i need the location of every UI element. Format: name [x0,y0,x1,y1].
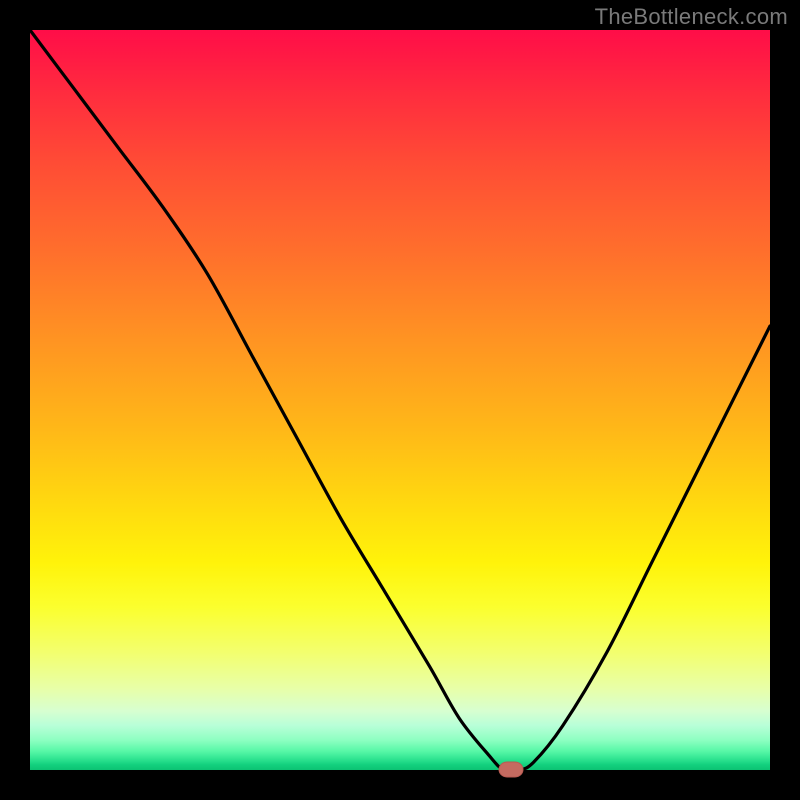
bottleneck-curve-path [30,30,770,771]
plot-area [30,30,770,770]
watermark-text: TheBottleneck.com [595,4,788,30]
curve-layer [30,30,770,770]
chart-frame: TheBottleneck.com [0,0,800,800]
minimum-marker [499,762,523,777]
